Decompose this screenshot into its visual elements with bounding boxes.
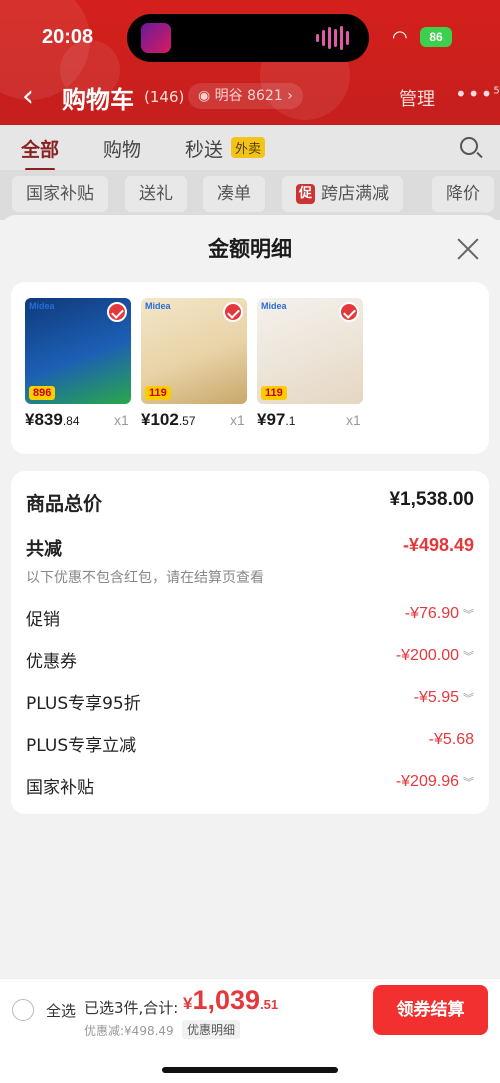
manage-button[interactable]: 管理 [399,85,435,111]
product-qty: x1 [230,412,245,428]
coupon-amount: -¥200.00 [395,647,459,664]
tab-bar: 全部 购物 秒送 外卖 [0,125,500,171]
product-qty: x1 [346,412,361,428]
subsidy-label: 国家补贴 [26,778,94,798]
promo-value: -¥76.90 ︾ [405,605,474,623]
product-price: ¥97.1 [257,410,295,430]
chip-national-subsidy[interactable]: 国家补贴 [12,176,108,212]
price-decimal: .84 [62,414,80,428]
audio-bars-icon [316,26,349,50]
address-selector[interactable]: ◉ 明谷 8621 › [188,83,303,109]
product-list-card: Midea 896 ¥839.84 x1 Midea 119 ¥102.57 x… [11,282,489,454]
checkout-button[interactable]: 领券结算 [373,985,488,1035]
product-tag: 896 [29,386,56,400]
chip-cross-store[interactable]: 促跨店满减 [282,176,404,212]
cart-count: (146) [144,88,185,106]
promo-amount: -¥76.90 [404,605,459,622]
page-title: 购物车 [62,86,134,114]
chevron-down-icon: ︾ [463,693,474,705]
selected-summary: 已选3件,合计: [84,999,179,1017]
chip-cross-store-label: 跨店满减 [321,184,390,204]
product-item[interactable]: Midea 119 ¥102.57 x1 [141,298,259,429]
select-all-checkbox[interactable] [12,999,34,1021]
product-price: ¥102.57 [141,410,196,430]
takeout-badge: 外卖 [231,137,266,158]
plus-instant-label: PLUS专享立减 [26,736,137,756]
more-dots: ••• [455,82,494,106]
chip-combine[interactable]: 凑单 [203,176,265,212]
checkout-bar: 全选 已选3件,合计: ¥1,039.51 优惠减:¥498.49 优惠明细 领… [0,978,500,1083]
select-all-label[interactable]: 全选 [46,1000,76,1021]
plus-discount-amount: -¥5.95 [413,689,459,706]
selected-check-icon [223,302,243,322]
discount-summary: 优惠减:¥498.49 [84,1024,174,1038]
more-menu-icon[interactable]: •••5+ [455,82,500,106]
search-icon[interactable] [460,137,478,155]
battery-icon: 86 [420,27,452,47]
product-image: Midea 119 [257,298,363,404]
price-decimal: .57 [178,414,196,428]
reduce-label: 共减 [26,539,62,560]
product-tag: 119 [145,386,171,400]
plus-discount-label: PLUS专享95折 [26,694,141,714]
price-main: ¥97 [257,410,286,429]
product-image: Midea 896 [25,298,131,404]
price-decimal: .1 [285,414,296,428]
status-bar: 20:08 ◠ 86 [0,0,500,72]
product-tag: 119 [261,386,287,400]
product-price: ¥839.84 [25,410,80,430]
filter-chips: 国家补贴 送礼 凑单 促跨店满减 降价 [0,170,500,220]
home-indicator [162,1067,338,1073]
coupon-value: -¥200.00 ︾ [396,647,474,665]
promo-icon: 促 [296,184,316,204]
status-time: 20:08 [42,26,94,48]
plus-instant-value: -¥5.68 [428,731,474,748]
reduce-value: -¥498.49 [402,535,474,555]
coupon-label: 优惠券 [26,652,77,672]
sheet-title: 金额明细 [208,237,292,261]
product-brand: Midea [261,301,287,311]
music-app-icon [141,23,171,53]
dynamic-island [127,14,369,62]
chevron-down-icon: ︾ [463,777,474,789]
tab-shopping[interactable]: 购物 [103,135,141,162]
more-badge: 5+ [493,85,500,97]
chip-price-drop[interactable]: 降价 [432,176,494,212]
price-main: ¥102 [141,410,179,429]
product-qty: x1 [114,412,129,428]
product-brand: Midea [145,301,171,311]
discount-detail-button[interactable]: 优惠明细 [182,1020,241,1039]
close-icon[interactable] [456,237,480,261]
amount-integer: 1,039 [192,985,261,1015]
amount-detail-sheet: 金额明细 Midea 896 ¥839.84 x1 Midea 119 ¥102… [0,215,500,1083]
chevron-down-icon: ︾ [463,651,474,663]
chip-gift[interactable]: 送礼 [125,176,187,212]
product-image: Midea 119 [141,298,247,404]
tab-all[interactable]: 全部 [21,135,59,171]
selected-check-icon [107,302,127,322]
total-amount: ¥1,039.51 [183,985,278,1016]
subsidy-amount: -¥209.96 [395,773,459,790]
product-item[interactable]: Midea 119 ¥97.1 x1 [257,298,375,429]
total-label: 商品总价 [26,493,103,515]
back-icon[interactable]: ‹ [22,78,34,116]
subsidy-value: -¥209.96 ︾ [396,773,474,791]
plus-discount-value: -¥5.95 ︾ [414,689,474,707]
nav-bar: ‹ 购物车 (146) ◉ 明谷 8621 › 管理 •••5+ [0,78,500,118]
total-value: ¥1,538.00 [389,489,474,510]
wifi-icon: ◠ [392,27,408,48]
price-main: ¥839 [25,410,63,429]
price-breakdown-card: 商品总价 ¥1,538.00 共减 -¥498.49 以下优惠不包含红包，请在结… [11,471,489,814]
tab-instant[interactable]: 秒送 [185,135,223,162]
address-label: 明谷 8621 [214,88,283,104]
chevron-down-icon: ︾ [463,609,474,621]
promo-label: 促销 [26,610,60,630]
product-item[interactable]: Midea 896 ¥839.84 x1 [25,298,143,429]
reduce-note: 以下优惠不包含红包，请在结算页查看 [26,570,264,586]
amount-decimal: .51 [260,997,279,1012]
selected-check-icon [339,302,359,322]
product-brand: Midea [29,301,55,311]
